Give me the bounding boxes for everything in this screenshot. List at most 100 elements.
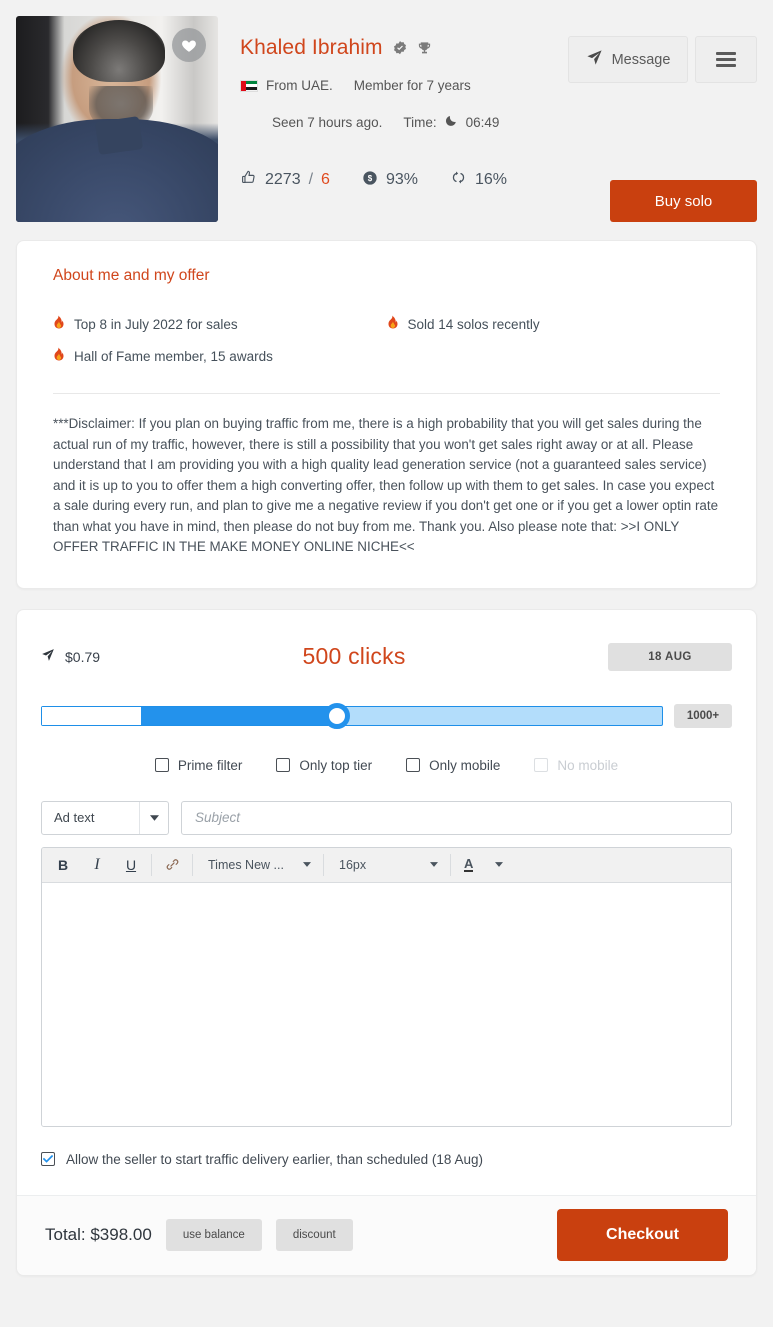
- font-color-select[interactable]: A: [454, 848, 512, 881]
- flame-icon: [53, 315, 65, 333]
- buy-solo-button[interactable]: Buy solo: [610, 180, 757, 222]
- hamburger-menu-icon[interactable]: [695, 36, 757, 83]
- highlight-text: Hall of Fame member, 15 awards: [74, 348, 273, 364]
- order-top-row: $0.79 500 clicks 18 AUG: [17, 636, 756, 678]
- rating-stat[interactable]: 2273 / 6: [240, 169, 330, 191]
- editor-content-area[interactable]: [42, 882, 731, 1126]
- rating-positive: 2273: [265, 171, 301, 188]
- slider-filled-segment: [141, 706, 337, 725]
- avatar-collar: [94, 116, 144, 155]
- paper-plane-icon: [41, 648, 55, 665]
- about-title: About me and my offer: [53, 267, 210, 284]
- checkbox-icon[interactable]: [154, 758, 169, 772]
- sales-value: 93%: [385, 171, 418, 188]
- membership-text: Member for 7 years: [353, 78, 471, 93]
- filter-options: Prime filter Only top tier Only mobile N…: [17, 758, 756, 773]
- repeat-value: 16%: [474, 171, 508, 188]
- heart-icon[interactable]: [172, 28, 206, 62]
- uae-flag-icon: [240, 79, 258, 92]
- seen-line: Seen 7 hours ago. Time: 06:49: [240, 114, 757, 130]
- verified-badge-icon: [392, 40, 408, 56]
- font-size-value: 16px: [339, 857, 367, 872]
- time-value: 06:49: [465, 114, 500, 130]
- filter-top-tier[interactable]: Only top tier: [276, 758, 372, 773]
- checkbox-checked-icon[interactable]: [41, 1152, 55, 1166]
- trophy-icon: [417, 40, 432, 56]
- toolbar-separator: [323, 853, 324, 876]
- italic-label: I: [94, 855, 100, 873]
- checkbox-icon: [534, 758, 549, 772]
- discount-button[interactable]: discount: [275, 1219, 353, 1251]
- ad-text-select-label: Ad text: [54, 810, 95, 825]
- toolbar-separator: [192, 853, 193, 876]
- editor-toolbar: B I U Times New ... 16px A: [42, 847, 731, 883]
- slider-handle[interactable]: [323, 702, 350, 729]
- sales-stat[interactable]: $ 93%: [362, 170, 418, 191]
- message-button-label: Message: [611, 51, 671, 68]
- toolbar-separator: [450, 853, 451, 876]
- font-family-select[interactable]: Times New ...: [196, 848, 320, 881]
- toolbar-separator: [151, 853, 152, 876]
- ad-text-select[interactable]: Ad text: [41, 800, 169, 835]
- filter-label: No mobile: [557, 757, 619, 773]
- highlight-item: Sold 14 solos recently: [387, 315, 721, 333]
- highlight-text: Sold 14 solos recently: [407, 316, 540, 332]
- filter-prime[interactable]: Prime filter: [154, 757, 243, 773]
- last-seen-text: Seen 7 hours ago.: [272, 114, 383, 130]
- underline-icon[interactable]: U: [114, 848, 148, 881]
- header-actions: Message: [568, 36, 757, 83]
- bold-label: B: [57, 856, 69, 873]
- slider-min-segment: [42, 706, 142, 725]
- font-family-value: Times New ...: [208, 857, 284, 872]
- paper-plane-icon: [586, 49, 603, 70]
- link-icon[interactable]: [155, 848, 189, 881]
- filter-label: Prime filter: [177, 757, 243, 773]
- delivery-date-chip[interactable]: 18 AUG: [608, 642, 732, 671]
- highlight-text: Top 8 in July 2022 for sales: [74, 316, 238, 332]
- filter-label: Only mobile: [429, 757, 501, 773]
- seller-offer-page: Khaled Ibrahim From UAE. Member for 7 ye…: [0, 0, 773, 1327]
- seller-name[interactable]: Khaled Ibrahim: [240, 36, 383, 60]
- font-size-select[interactable]: 16px: [327, 848, 447, 881]
- checkbox-icon[interactable]: [276, 758, 291, 772]
- slider-max-chip[interactable]: 1000+: [674, 703, 732, 728]
- bold-icon[interactable]: B: [46, 848, 80, 881]
- moon-icon: [445, 114, 458, 130]
- clicks-slider-row: 1000+: [17, 702, 756, 729]
- filter-label: Only top tier: [299, 757, 373, 773]
- subject-input[interactable]: [181, 800, 732, 835]
- checkbox-icon[interactable]: [406, 758, 421, 772]
- order-card: $0.79 500 clicks 18 AUG 1000+ Prime filt…: [16, 608, 757, 1276]
- order-total: Total: $398.00: [45, 1225, 152, 1244]
- repeat-stat[interactable]: 16%: [450, 169, 507, 191]
- use-balance-button[interactable]: use balance: [165, 1219, 262, 1251]
- thumbs-up-icon: [240, 169, 257, 191]
- underline-label: U: [125, 856, 137, 873]
- avatar[interactable]: [16, 16, 218, 222]
- dollar-coin-icon: $: [362, 170, 378, 191]
- price-per-click: $0.79: [41, 648, 100, 665]
- about-highlights: Top 8 in July 2022 for sales Sold 14 sol…: [53, 315, 720, 365]
- rating-negative: 6: [321, 171, 330, 188]
- filter-no-mobile: No mobile: [534, 758, 618, 773]
- avatar-hair: [72, 20, 166, 82]
- hamburger-lines: [716, 49, 736, 70]
- ad-fields-row: Ad text: [17, 800, 756, 835]
- svg-text:$: $: [368, 174, 373, 183]
- order-footer: Total: $398.00 use balance discount Chec…: [17, 1194, 756, 1275]
- ad-body-editor: B I U Times New ... 16px A: [41, 846, 732, 1127]
- clicks-slider[interactable]: [41, 702, 663, 729]
- allow-early-delivery-row[interactable]: Allow the seller to start traffic delive…: [17, 1152, 756, 1167]
- highlight-item: Hall of Fame member, 15 awards: [53, 347, 387, 365]
- checkout-button[interactable]: Checkout: [557, 1209, 728, 1261]
- message-button[interactable]: Message: [568, 36, 688, 83]
- time-label: Time:: [403, 114, 437, 130]
- filter-only-mobile[interactable]: Only mobile: [406, 758, 500, 773]
- italic-icon[interactable]: I: [80, 848, 114, 881]
- flame-icon: [53, 347, 65, 365]
- allow-early-delivery-label: Allow the seller to start traffic delive…: [66, 1151, 483, 1167]
- about-card: About me and my offer Top 8 in July 2022…: [16, 240, 757, 589]
- about-divider: [53, 393, 720, 394]
- highlight-item: Top 8 in July 2022 for sales: [53, 315, 387, 333]
- rating-slash: /: [308, 171, 314, 188]
